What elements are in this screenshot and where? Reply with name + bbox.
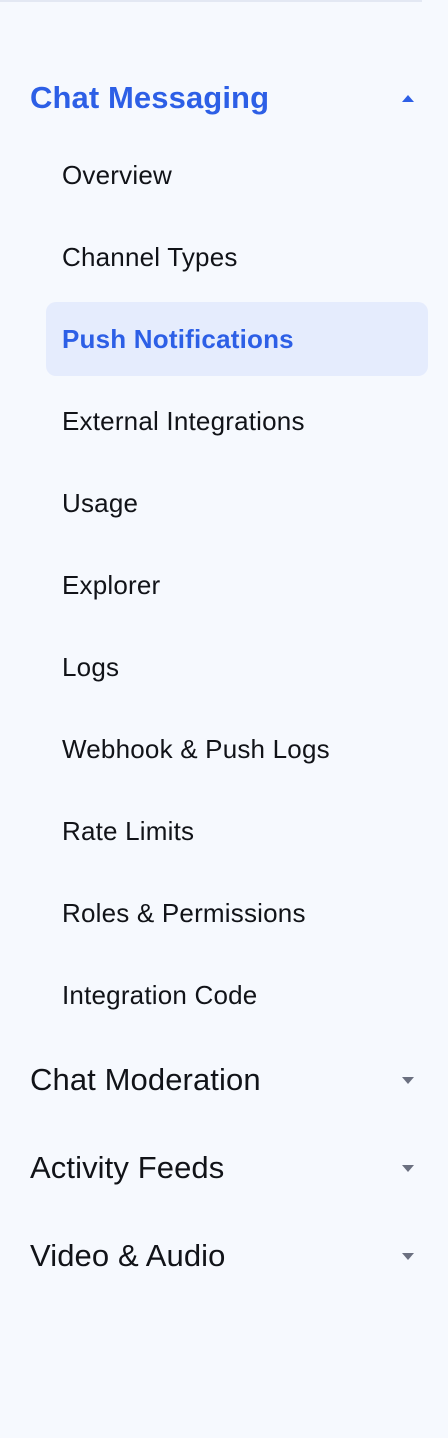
sidebar-item-label: Overview xyxy=(62,159,172,190)
sidebar-item-label: External Integrations xyxy=(62,405,305,436)
sidebar-item-label: Explorer xyxy=(62,569,161,600)
sidebar-item-label: Rate Limits xyxy=(62,815,195,846)
section-label: Activity Feeds xyxy=(30,1150,225,1185)
sidebar-item-label: Webhook & Push Logs xyxy=(62,733,330,764)
caret-down-icon xyxy=(402,1164,414,1172)
caret-down-icon xyxy=(402,1252,414,1260)
sidebar-item-rate-limits[interactable]: Rate Limits xyxy=(46,794,428,868)
sidebar-item-label: Push Notifications xyxy=(62,323,294,354)
caret-down-icon xyxy=(402,1076,414,1084)
section-chat-messaging[interactable]: Chat Messaging xyxy=(30,76,420,120)
caret-up-icon xyxy=(402,94,414,102)
sidebar-item-logs[interactable]: Logs xyxy=(46,630,428,704)
sidebar-item-label: Integration Code xyxy=(62,979,258,1010)
sidebar-item-integration-code[interactable]: Integration Code xyxy=(46,958,428,1032)
section-activity-feeds[interactable]: Activity Feeds xyxy=(30,1146,420,1190)
sidebar-item-webhook-push-logs[interactable]: Webhook & Push Logs xyxy=(46,712,428,786)
section-label: Video & Audio xyxy=(30,1238,226,1273)
section-label: Chat Messaging xyxy=(30,80,270,115)
sidebar-item-roles-permissions[interactable]: Roles & Permissions xyxy=(46,876,428,950)
top-divider xyxy=(0,0,422,2)
sidebar-item-label: Roles & Permissions xyxy=(62,897,306,928)
sidebar-item-usage[interactable]: Usage xyxy=(46,466,428,540)
sidebar-item-label: Channel Types xyxy=(62,241,238,272)
section-video-audio[interactable]: Video & Audio xyxy=(30,1234,420,1278)
sidebar-item-label: Logs xyxy=(62,651,120,682)
sidebar-item-label: Usage xyxy=(62,487,139,518)
sidebar-item-channel-types[interactable]: Channel Types xyxy=(46,220,428,294)
sidebar-item-external-integrations[interactable]: External Integrations xyxy=(46,384,428,458)
sidebar-item-explorer[interactable]: Explorer xyxy=(46,548,428,622)
sidebar-item-push-notifications[interactable]: Push Notifications xyxy=(46,302,428,376)
section-chat-moderation[interactable]: Chat Moderation xyxy=(30,1058,420,1102)
sidebar-item-overview[interactable]: Overview xyxy=(46,138,428,212)
section-label: Chat Moderation xyxy=(30,1062,261,1097)
